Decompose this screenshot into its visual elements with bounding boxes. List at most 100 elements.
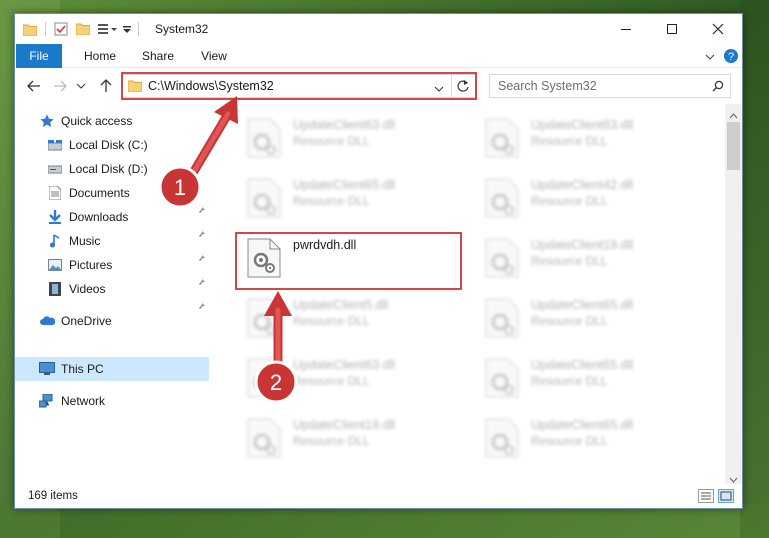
file-type: Resource DLL [293, 374, 370, 388]
file-item[interactable]: UpdateClient65.dll Resource DLL [235, 172, 465, 224]
nav-item-label: OneDrive [61, 314, 112, 328]
file-item[interactable]: UpdateClient42.dll Resource DLL [473, 172, 703, 224]
file-name: UpdateClient65.dll [531, 358, 634, 372]
file-name: UpdateClient42.dll [531, 178, 634, 192]
nav-item-network[interactable]: Network [39, 390, 105, 412]
scrollbar-thumb[interactable] [727, 122, 740, 170]
file-type: Resource DLL [531, 254, 608, 268]
svg-text:?: ? [728, 51, 734, 63]
scroll-up-icon[interactable] [729, 108, 738, 119]
details-view-icon[interactable] [698, 489, 714, 503]
file-item[interactable]: UpdateClient5.dll Resource DLL [235, 292, 465, 344]
item-count: 169 items [28, 490, 78, 502]
tab-view[interactable]: View [191, 44, 237, 68]
tab-share[interactable]: Share [135, 44, 181, 68]
nav-item-music[interactable]: Music [47, 230, 100, 252]
recent-locations-button[interactable] [75, 78, 87, 94]
maximize-button[interactable] [649, 14, 695, 44]
nav-item-label: Pictures [69, 258, 113, 272]
nav-item-label: Music [69, 234, 101, 248]
nav-item-downloads[interactable]: Downloads [47, 206, 128, 228]
file-name: UpdateClient63.dll [531, 118, 634, 132]
pictures-icon [47, 257, 63, 273]
nav-item-pictures[interactable]: Pictures [47, 254, 112, 276]
nav-item-label: Local Disk (D:) [69, 162, 148, 176]
expand-ribbon-icon[interactable] [705, 51, 715, 61]
file-item[interactable]: UpdateClient63.dll Resource DLL [235, 352, 465, 404]
dll-file-icon [485, 418, 519, 458]
title-bar: System32 [15, 14, 742, 44]
forward-button[interactable] [51, 78, 69, 94]
file-name: UpdateClient5.dll [293, 298, 389, 312]
file-type: Resource DLL [293, 134, 370, 148]
music-icon [47, 233, 63, 249]
file-item[interactable]: UpdateClient65.dll Resource DLL [473, 352, 703, 404]
dll-file-icon [485, 358, 519, 398]
navigation-pane: Quick access Local Disk (C:) Local Disk … [15, 104, 211, 484]
tab-home[interactable]: Home [77, 44, 123, 68]
videos-icon [47, 281, 63, 297]
nav-item-local-disk-c[interactable]: Local Disk (C:) [47, 134, 148, 156]
file-item[interactable]: UpdateClient19.dll Resource DLL [473, 232, 703, 284]
scroll-down-icon[interactable] [729, 472, 738, 483]
nav-item-this-pc[interactable]: This PC [15, 357, 209, 381]
dll-file-icon [247, 178, 281, 218]
file-type: Resource DLL [293, 434, 370, 448]
pin-icon [196, 274, 206, 285]
nav-item-label: This PC [61, 362, 104, 376]
navigation-bar: C:\Windows\System32 Search System32 [15, 69, 742, 103]
nav-item-label: Local Disk (C:) [69, 138, 148, 152]
file-item[interactable]: UpdateClient63.dll Resource DLL [235, 112, 465, 164]
pin-icon [196, 226, 206, 237]
drive-icon [47, 161, 63, 177]
nav-item-local-disk-d[interactable]: Local Disk (D:) [47, 158, 148, 180]
large-icons-view-icon[interactable] [718, 489, 734, 503]
dll-file-icon [247, 298, 281, 338]
file-highlight-box [235, 232, 462, 290]
file-explorer-window: System32 File Home Share View ? C:\Windo… [14, 13, 743, 509]
nav-item-documents[interactable]: Documents [47, 182, 130, 204]
back-button[interactable] [25, 78, 43, 94]
file-name: UpdateClient63.dll [293, 358, 396, 372]
file-item[interactable]: UpdateClient63.dll Resource DLL [473, 112, 703, 164]
dll-file-icon [485, 298, 519, 338]
nav-item-videos[interactable]: Videos [47, 278, 105, 300]
file-item[interactable]: UpdateClient65.dll Resource DLL [473, 292, 703, 344]
dll-file-icon [485, 238, 519, 278]
new-folder-icon[interactable] [75, 23, 91, 36]
help-icon[interactable]: ? [723, 48, 739, 64]
file-name: UpdateClient65.dll [293, 178, 396, 192]
download-icon [47, 209, 63, 225]
chevron-down-icon [76, 83, 86, 89]
address-highlight-box [121, 72, 477, 100]
dll-file-icon [247, 358, 281, 398]
file-item[interactable]: UpdateClient65.dll Resource DLL [473, 412, 703, 464]
arrow-right-icon [54, 80, 67, 92]
tab-file[interactable]: File [16, 44, 62, 68]
properties-icon[interactable] [54, 22, 68, 36]
vertical-scrollbar[interactable] [725, 104, 742, 484]
ribbon: File Home Share View ? [15, 44, 742, 68]
customize-toolbar-icon[interactable] [98, 23, 118, 35]
search-box[interactable]: Search System32 [489, 74, 731, 98]
up-button[interactable] [97, 78, 115, 94]
documents-icon [47, 185, 63, 201]
maximize-icon [667, 24, 677, 34]
dll-file-icon [247, 418, 281, 458]
quick-access-toolbar [22, 20, 145, 38]
dll-file-icon [485, 118, 519, 158]
search-input[interactable]: Search System32 [498, 79, 597, 93]
nav-item-label: Documents [69, 186, 130, 200]
file-name: UpdateClient63.dll [293, 118, 396, 132]
drive-icon [47, 137, 63, 153]
close-button[interactable] [695, 14, 741, 44]
nav-item-label: Quick access [61, 114, 133, 128]
file-item[interactable]: UpdateClient19.dll Resource DLL [235, 412, 465, 464]
file-name: UpdateClient65.dll [531, 298, 634, 312]
nav-item-quick-access[interactable]: Quick access [39, 110, 132, 132]
network-icon [39, 393, 55, 409]
minimize-button[interactable] [603, 14, 649, 44]
file-type: Resource DLL [531, 434, 608, 448]
nav-item-onedrive[interactable]: OneDrive [39, 310, 112, 332]
chevron-down-icon[interactable] [122, 23, 132, 35]
